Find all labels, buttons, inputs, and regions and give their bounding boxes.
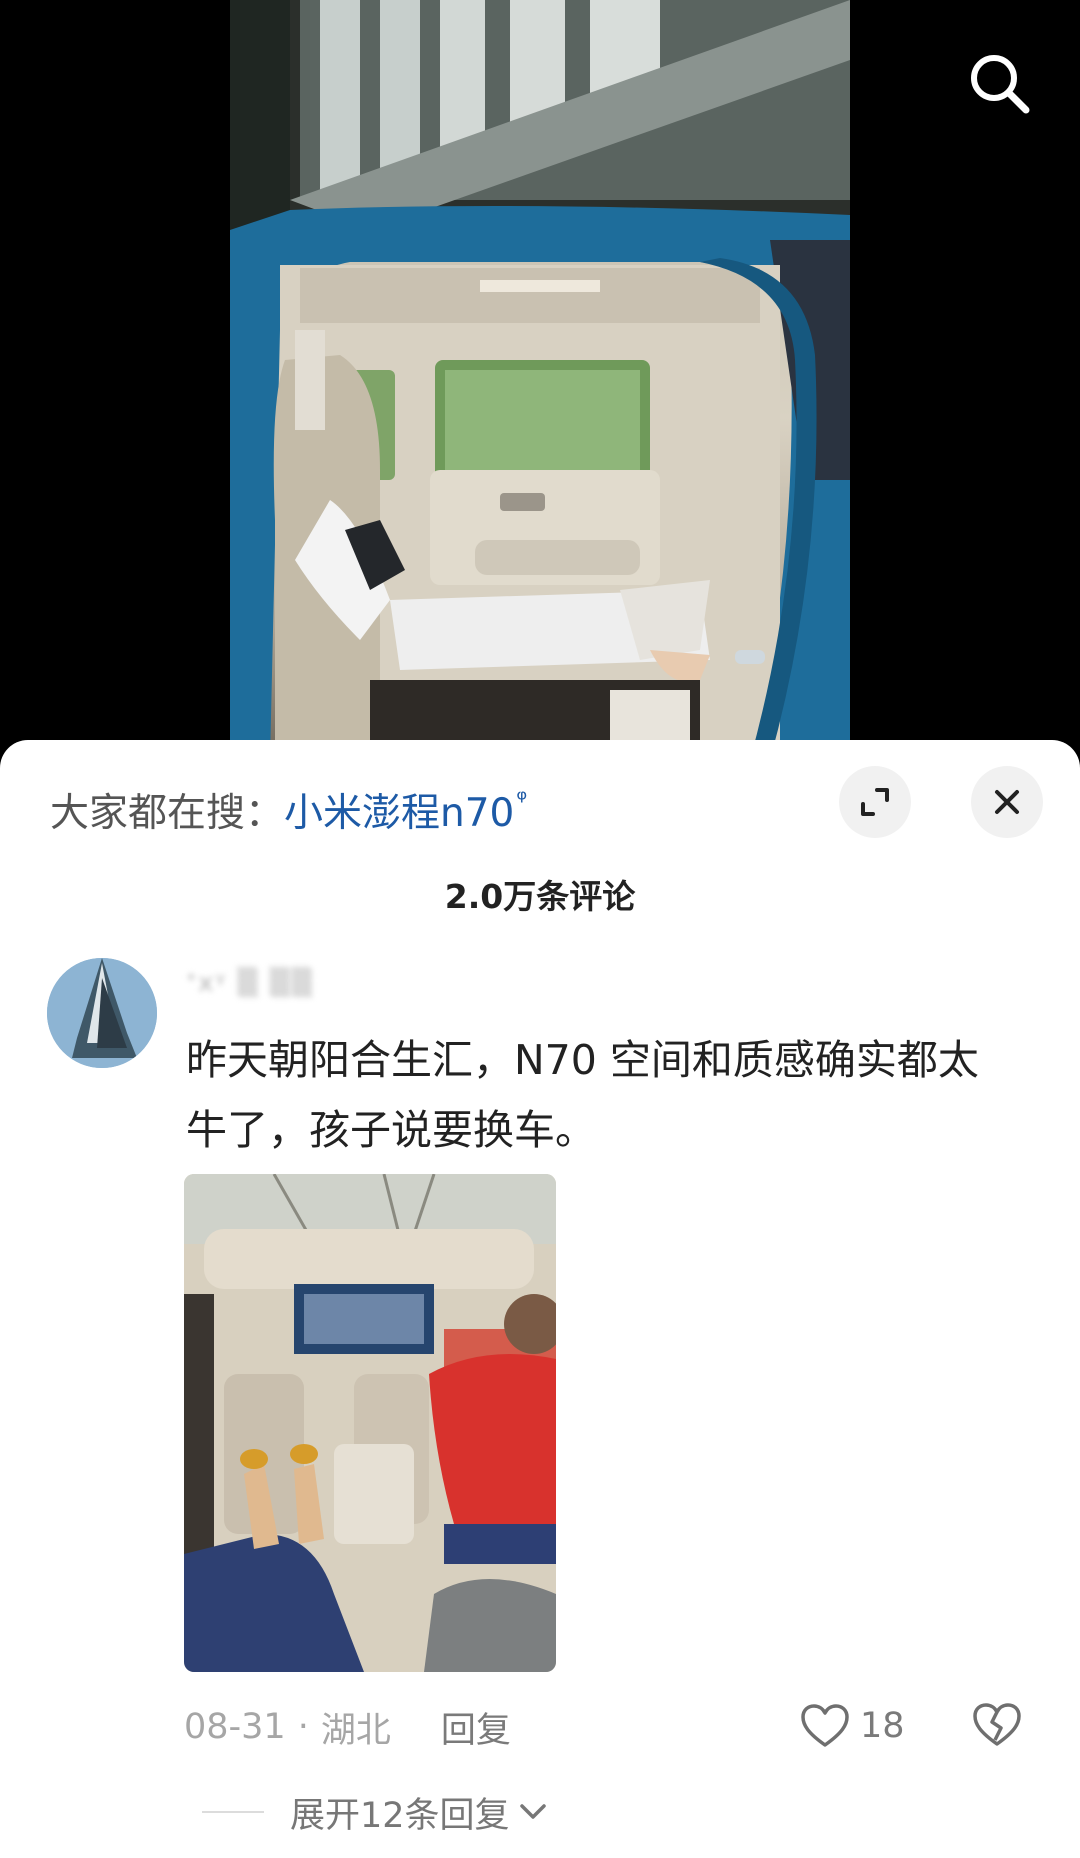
comment-image[interactable] — [184, 1174, 556, 1672]
comment-text: 昨天朝阳合生汇，N70 空间和质感确实都太牛了，孩子说要换车。 — [186, 1036, 979, 1154]
search-small-icon: ᵠ — [516, 785, 528, 815]
comment-location: 湖北 — [320, 1710, 391, 1751]
expand-replies-label: 展开12条回复 — [290, 1795, 510, 1836]
comments-sheet: 大家都在搜： 小米澎程n70 ᵠ 2.0万条评论 ᐩxᵞ ▒ ▒▒ 昨天朝阳合生… — [0, 740, 1080, 1858]
close-button[interactable] — [971, 766, 1043, 838]
like-count: 18 — [860, 1706, 905, 1746]
expand-replies-button[interactable]: 展开12条回复 — [202, 1784, 550, 1840]
video-frame[interactable] — [230, 0, 850, 760]
expand-icon — [861, 788, 889, 816]
heart-outline-icon — [801, 1704, 849, 1747]
username[interactable]: ᐩxᵞ ▒ ▒▒ — [186, 968, 314, 1004]
video-player[interactable] — [0, 0, 1080, 760]
comment-count: 2.0万条评论 — [444, 877, 636, 916]
close-icon — [995, 790, 1019, 814]
search-button[interactable] — [960, 44, 1040, 124]
dislike-button[interactable] — [972, 1700, 1022, 1750]
broken-heart-icon — [973, 1703, 1021, 1746]
avatar-image — [47, 958, 157, 1068]
video-still-car-interior — [230, 0, 850, 760]
expand-button[interactable] — [839, 766, 911, 838]
hot-search-label: 大家都在搜： — [50, 791, 285, 836]
meta-separator: · — [297, 1707, 309, 1747]
comment-meta: 08-31 · 湖北 回复 — [184, 1702, 511, 1752]
avatar[interactable] — [47, 958, 157, 1068]
like-button[interactable]: 18 — [800, 1698, 905, 1754]
search-icon — [971, 55, 1030, 114]
comment-photo-car-interior — [184, 1174, 556, 1672]
hot-search-link[interactable]: 小米澎程n70 — [284, 782, 514, 838]
hot-search-bar: 大家都在搜： 小米澎程n70 ᵠ — [50, 780, 527, 840]
reply-button[interactable]: 回复 — [441, 1702, 511, 1753]
comment-date: 08-31 — [184, 1707, 286, 1747]
expand-replies-divider — [202, 1811, 264, 1813]
chevron-down-icon — [519, 1804, 546, 1819]
